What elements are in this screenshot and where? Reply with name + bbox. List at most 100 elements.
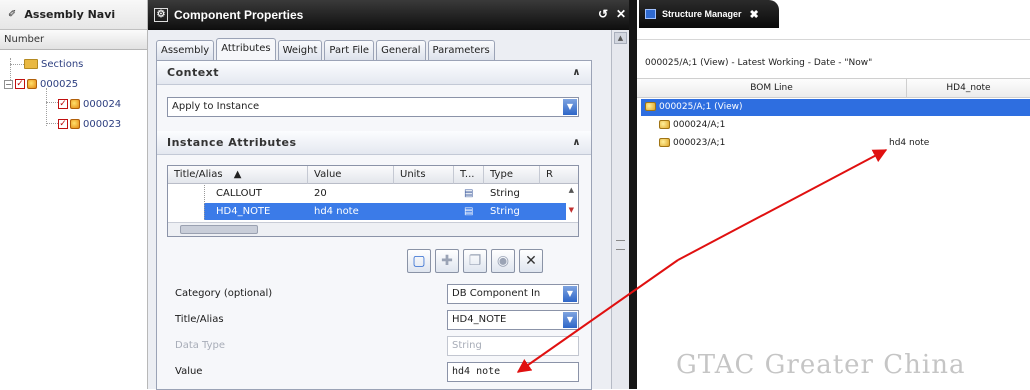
dialog-title: Component Properties: [174, 8, 304, 22]
context-group-header[interactable]: Context ∧: [157, 61, 591, 85]
attr-title-callout[interactable]: CALLOUT: [210, 185, 308, 203]
column-header-r[interactable]: R: [540, 166, 578, 184]
vertical-scrollbar[interactable]: ▲: [611, 30, 629, 389]
title-alias-value: HD4_NOTE: [452, 314, 507, 325]
component-icon: [70, 99, 80, 109]
close-icon[interactable]: ✖: [750, 8, 759, 21]
attributes-panel: Context ∧ Apply to Instance ▼ Instance A…: [156, 60, 592, 390]
item-revision-icon: [659, 138, 670, 147]
context-header-label: Context: [167, 66, 220, 79]
window-icon: [645, 9, 656, 19]
bom-row-000025[interactable]: 000025/A;1 (View): [645, 99, 743, 116]
collapse-up-icon[interactable]: ∧: [572, 61, 581, 85]
bom-row-000023[interactable]: 000023/A;1: [659, 135, 725, 152]
watermark: GTAC Greater China: [676, 350, 966, 380]
assembly-tree: Sections − ✓ 000025 ✓ 000024 ✓ 000023: [0, 50, 147, 389]
bom-line-label: 000024/A;1: [673, 120, 726, 130]
scroll-up-icon[interactable]: ▲: [614, 32, 627, 44]
apply-to-value: Apply to Instance: [172, 101, 260, 112]
column-header-title-alias[interactable]: Title/Alias ▲: [168, 166, 308, 184]
chevron-down-icon[interactable]: ▼: [563, 312, 577, 328]
attr-value-hd4-note[interactable]: hd4 note: [308, 203, 394, 221]
bom-row-000024[interactable]: 000024/A;1: [659, 117, 725, 134]
edit-attribute-icon[interactable]: ✚: [435, 249, 459, 273]
delete-attribute-icon[interactable]: ✕: [519, 249, 543, 273]
apply-to-dropdown[interactable]: Apply to Instance ▼: [167, 97, 579, 117]
sort-ascending-icon: ▲: [233, 169, 242, 180]
tree-connector: [204, 185, 205, 220]
component-properties-dialog: ⚙ Component Properties ↺ ✕ Assembly Attr…: [148, 0, 633, 390]
checkbox-checked-icon[interactable]: ✓: [58, 99, 68, 109]
assembly-icon: [27, 79, 37, 89]
tab-structure-manager[interactable]: Structure Manager ✖: [639, 0, 779, 28]
new-attribute-icon[interactable]: ▢: [407, 249, 431, 273]
scroll-down-icon[interactable]: ▼: [569, 206, 574, 214]
tab-attributes[interactable]: Attributes: [216, 38, 276, 60]
data-type-label: Data Type: [175, 340, 226, 351]
string-type-icon: ▤: [464, 206, 474, 217]
attr-type-callout: String: [490, 188, 520, 199]
column-header-value[interactable]: Value: [308, 166, 394, 184]
bom-cell-hd4-note[interactable]: hd4 note: [889, 135, 929, 152]
reset-icon[interactable]: ↺: [597, 7, 609, 21]
tab-part-file[interactable]: Part File: [324, 40, 375, 60]
assembly-navigator-title: Assembly Navi: [24, 8, 116, 21]
checkbox-checked-icon[interactable]: ✓: [15, 79, 25, 89]
collapse-icon[interactable]: −: [4, 79, 13, 89]
settings-icon[interactable]: ⚙: [154, 8, 168, 22]
title-alias-dropdown[interactable]: HD4_NOTE ▼: [447, 310, 579, 330]
tree-node-sections[interactable]: Sections: [0, 54, 147, 74]
checkbox-checked-icon[interactable]: ✓: [58, 119, 68, 129]
assembly-navigator-title-bar[interactable]: ✐ Assembly Navi: [0, 0, 147, 30]
folder-icon: [24, 59, 38, 69]
assembly-navigator-panel: ✐ Assembly Navi Number Sections − ✓ 0000…: [0, 0, 148, 389]
copy-attribute-icon[interactable]: ❐: [463, 249, 487, 273]
tab-parameters[interactable]: Parameters: [427, 40, 495, 60]
column-header-t[interactable]: T...: [454, 166, 484, 184]
tree-node-000023[interactable]: ✓ 000023: [0, 114, 147, 134]
tree-node-000025[interactable]: − ✓ 000025: [0, 74, 147, 94]
column-header-bom-line[interactable]: BOM Line: [637, 79, 907, 97]
category-label: Category (optional): [175, 288, 273, 299]
chevron-down-icon[interactable]: ▼: [563, 286, 577, 302]
scrollbar-thumb[interactable]: [180, 225, 258, 234]
component-icon: [70, 119, 80, 129]
column-label: Title/Alias: [174, 169, 223, 180]
dialog-title-bar[interactable]: ⚙ Component Properties ↺ ✕: [148, 0, 633, 30]
column-header-number[interactable]: Number: [0, 30, 147, 50]
value-label: Value: [175, 366, 203, 377]
tree-node-label: Sections: [41, 58, 84, 70]
bom-line-label: 000025/A;1 (View): [659, 102, 743, 112]
chevron-down-icon[interactable]: ▼: [563, 99, 577, 115]
tree-node-000024[interactable]: ✓ 000024: [0, 94, 147, 114]
assembly-icon: [645, 102, 656, 111]
splitter-grip-icon[interactable]: [616, 240, 625, 250]
tab-assembly[interactable]: Assembly: [156, 40, 215, 60]
string-type-icon: ▤: [464, 188, 474, 199]
column-header-type[interactable]: Type: [484, 166, 540, 184]
bom-table-header: BOM Line HD4_note: [637, 78, 1030, 98]
scroll-up-icon[interactable]: ▲: [569, 186, 574, 194]
tab-weight[interactable]: Weight: [277, 40, 323, 60]
tree-node-label: 000025: [40, 78, 79, 90]
paste-attribute-icon[interactable]: ◉: [491, 249, 515, 273]
close-icon[interactable]: ✕: [615, 7, 627, 21]
category-dropdown[interactable]: DB Component In ▼: [447, 284, 579, 304]
attr-title-hd4-note[interactable]: HD4_NOTE: [210, 203, 308, 221]
bom-line-label: 000023/A;1: [673, 138, 726, 148]
collapse-up-icon[interactable]: ∧: [572, 131, 581, 155]
instance-attributes-group-header[interactable]: Instance Attributes ∧: [157, 131, 591, 155]
horizontal-scrollbar[interactable]: [168, 222, 578, 236]
window-frame: [629, 0, 637, 389]
value-input[interactable]: hd4 note: [447, 362, 579, 382]
tab-general[interactable]: General: [376, 40, 426, 60]
instance-attributes-header-label: Instance Attributes: [167, 136, 297, 149]
attr-type-hd4-note: String: [490, 206, 520, 217]
column-header-hd4-note[interactable]: HD4_note: [907, 79, 1030, 97]
pin-icon[interactable]: ✐: [8, 9, 16, 20]
column-header-units[interactable]: Units: [394, 166, 454, 184]
structure-manager-tab-bar: Structure Manager ✖: [637, 0, 1030, 40]
data-type-dropdown: String: [447, 336, 579, 356]
tree-node-label: 000023: [83, 118, 122, 130]
attr-value-callout[interactable]: 20: [308, 185, 394, 203]
